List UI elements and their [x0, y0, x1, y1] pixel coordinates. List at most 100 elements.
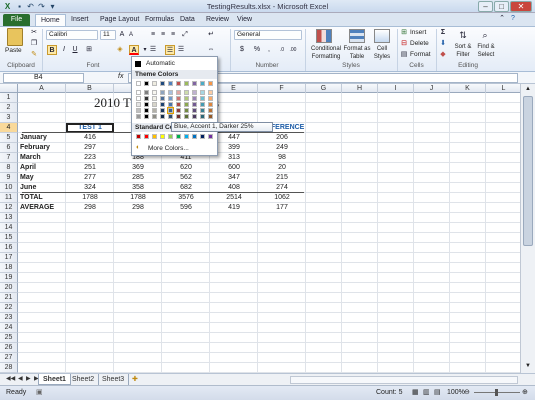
row-header-28[interactable]: 28 [0, 363, 18, 373]
theme-color-swatch[interactable] [160, 102, 165, 107]
column-header-g[interactable]: G [306, 84, 342, 93]
cell-styles-button[interactable]: Cell Styles [370, 45, 394, 61]
column-header-a[interactable]: A [18, 84, 66, 93]
theme-color-swatch[interactable] [167, 107, 174, 114]
theme-color-swatch[interactable] [168, 81, 173, 86]
row-header-16[interactable]: 16 [0, 243, 18, 253]
theme-color-swatch[interactable] [136, 102, 141, 107]
row-header-13[interactable]: 13 [0, 213, 18, 223]
data-cell[interactable]: 177 [258, 203, 306, 213]
row-header-8[interactable]: 8 [0, 163, 18, 173]
increase-decimal-icon[interactable]: .0 [277, 45, 287, 55]
theme-color-swatch[interactable] [176, 90, 181, 95]
theme-color-swatch[interactable] [208, 81, 213, 86]
data-cell[interactable]: 596 [162, 203, 210, 213]
column-header-i[interactable]: I [378, 84, 414, 93]
paste-button[interactable]: Paste [5, 47, 22, 55]
row-header-1[interactable]: 1 [0, 93, 18, 103]
page-layout-view-icon[interactable]: ▥ [423, 388, 430, 396]
select-all-button[interactable] [0, 84, 18, 93]
standard-color-swatch[interactable] [176, 134, 181, 139]
theme-color-swatch[interactable] [176, 102, 181, 107]
standard-color-swatch[interactable] [184, 134, 189, 139]
theme-color-swatch[interactable] [136, 90, 141, 95]
row-header-5[interactable]: 5 [0, 133, 18, 143]
macro-record-icon[interactable]: ▣ [36, 388, 43, 396]
theme-color-swatch[interactable] [192, 108, 197, 113]
cell-styles-icon[interactable] [374, 29, 390, 43]
theme-color-swatch[interactable] [168, 96, 173, 101]
copy-icon[interactable]: ❐ [29, 39, 39, 49]
theme-color-swatch[interactable] [160, 81, 165, 86]
theme-color-swatch[interactable] [184, 81, 189, 86]
row-header-23[interactable]: 23 [0, 313, 18, 323]
borders-icon[interactable]: ⊞ [84, 45, 94, 55]
data-cell[interactable]: 600 [210, 163, 258, 173]
data-cell[interactable]: 419 [210, 203, 258, 213]
data-cell[interactable]: 215 [258, 173, 306, 183]
data-cell[interactable]: 416 [66, 133, 114, 143]
row-header-21[interactable]: 21 [0, 293, 18, 303]
theme-color-swatch[interactable] [184, 108, 189, 113]
data-cell[interactable]: 1062 [258, 193, 306, 203]
insert-function-icon[interactable]: fx [118, 73, 123, 80]
cut-icon[interactable]: ✂ [29, 28, 39, 38]
theme-color-swatch[interactable] [160, 108, 165, 113]
wrap-text-icon[interactable]: ↵ [206, 30, 216, 40]
column-header-k[interactable]: K [450, 84, 486, 93]
clear-icon[interactable]: ◆ [438, 50, 448, 60]
tab-data[interactable]: Data [175, 14, 200, 26]
ribbon-minimize-icon[interactable]: ⌃ [497, 14, 507, 24]
format-button[interactable]: Format [410, 51, 431, 59]
theme-color-swatch[interactable] [136, 114, 141, 119]
delete-cells-icon[interactable]: ⊟ [399, 39, 409, 49]
theme-color-swatch[interactable] [208, 108, 213, 113]
font-color-icon[interactable]: A [129, 45, 139, 55]
column-header-b[interactable]: B [66, 84, 114, 93]
row-header-26[interactable]: 26 [0, 343, 18, 353]
theme-color-swatch[interactable] [184, 90, 189, 95]
decrease-decimal-icon[interactable]: .00 [288, 45, 298, 55]
comma-style-icon[interactable]: , [264, 45, 274, 55]
maximize-button[interactable]: □ [494, 1, 509, 12]
conditional-formatting-icon[interactable] [316, 29, 332, 43]
sheet-tab-1[interactable]: Sheet1 [38, 374, 71, 385]
theme-color-swatch[interactable] [144, 90, 149, 95]
theme-color-swatch[interactable] [144, 108, 149, 113]
theme-color-swatch[interactable] [176, 114, 181, 119]
tab-insert[interactable]: Insert [66, 14, 94, 26]
scroll-up-icon[interactable]: ▲ [523, 86, 533, 94]
shrink-font-icon[interactable]: A [126, 30, 136, 40]
middle-align-icon[interactable]: ≡ [158, 30, 168, 40]
theme-color-swatch[interactable] [144, 102, 149, 107]
row-header-24[interactable]: 24 [0, 323, 18, 333]
row-header-7[interactable]: 7 [0, 153, 18, 163]
column-header-j[interactable]: J [414, 84, 450, 93]
data-cell[interactable]: 251 [66, 163, 114, 173]
percent-style-icon[interactable]: % [252, 45, 262, 55]
data-cell[interactable]: 298 [66, 203, 114, 213]
automatic-swatch[interactable] [135, 61, 141, 67]
row-header-12[interactable]: 12 [0, 203, 18, 213]
sheet-tab-3[interactable]: Sheet3 [98, 374, 130, 385]
find-select-button[interactable]: Find & Select [474, 43, 498, 59]
theme-color-swatch[interactable] [200, 81, 205, 86]
theme-color-swatch[interactable] [160, 114, 165, 119]
standard-color-swatch[interactable] [208, 134, 213, 139]
theme-color-swatch[interactable] [136, 96, 141, 101]
data-cell[interactable]: 369 [114, 163, 162, 173]
data-cell[interactable]: 347 [210, 173, 258, 183]
normal-view-icon[interactable]: ▦ [412, 388, 419, 396]
theme-color-swatch[interactable] [160, 96, 165, 101]
sheet-tab-2[interactable]: Sheet2 [68, 374, 100, 385]
theme-color-swatch[interactable] [168, 90, 173, 95]
horizontal-scrollbar[interactable] [290, 376, 518, 384]
tab-review[interactable]: Review [201, 14, 234, 26]
scroll-thumb[interactable] [523, 96, 533, 246]
theme-color-swatch[interactable] [200, 96, 205, 101]
theme-color-swatch[interactable] [152, 102, 157, 107]
theme-color-swatch[interactable] [200, 108, 205, 113]
row-header-4[interactable]: 4 [0, 123, 18, 133]
theme-color-swatch[interactable] [208, 114, 213, 119]
theme-color-swatch[interactable] [200, 114, 205, 119]
